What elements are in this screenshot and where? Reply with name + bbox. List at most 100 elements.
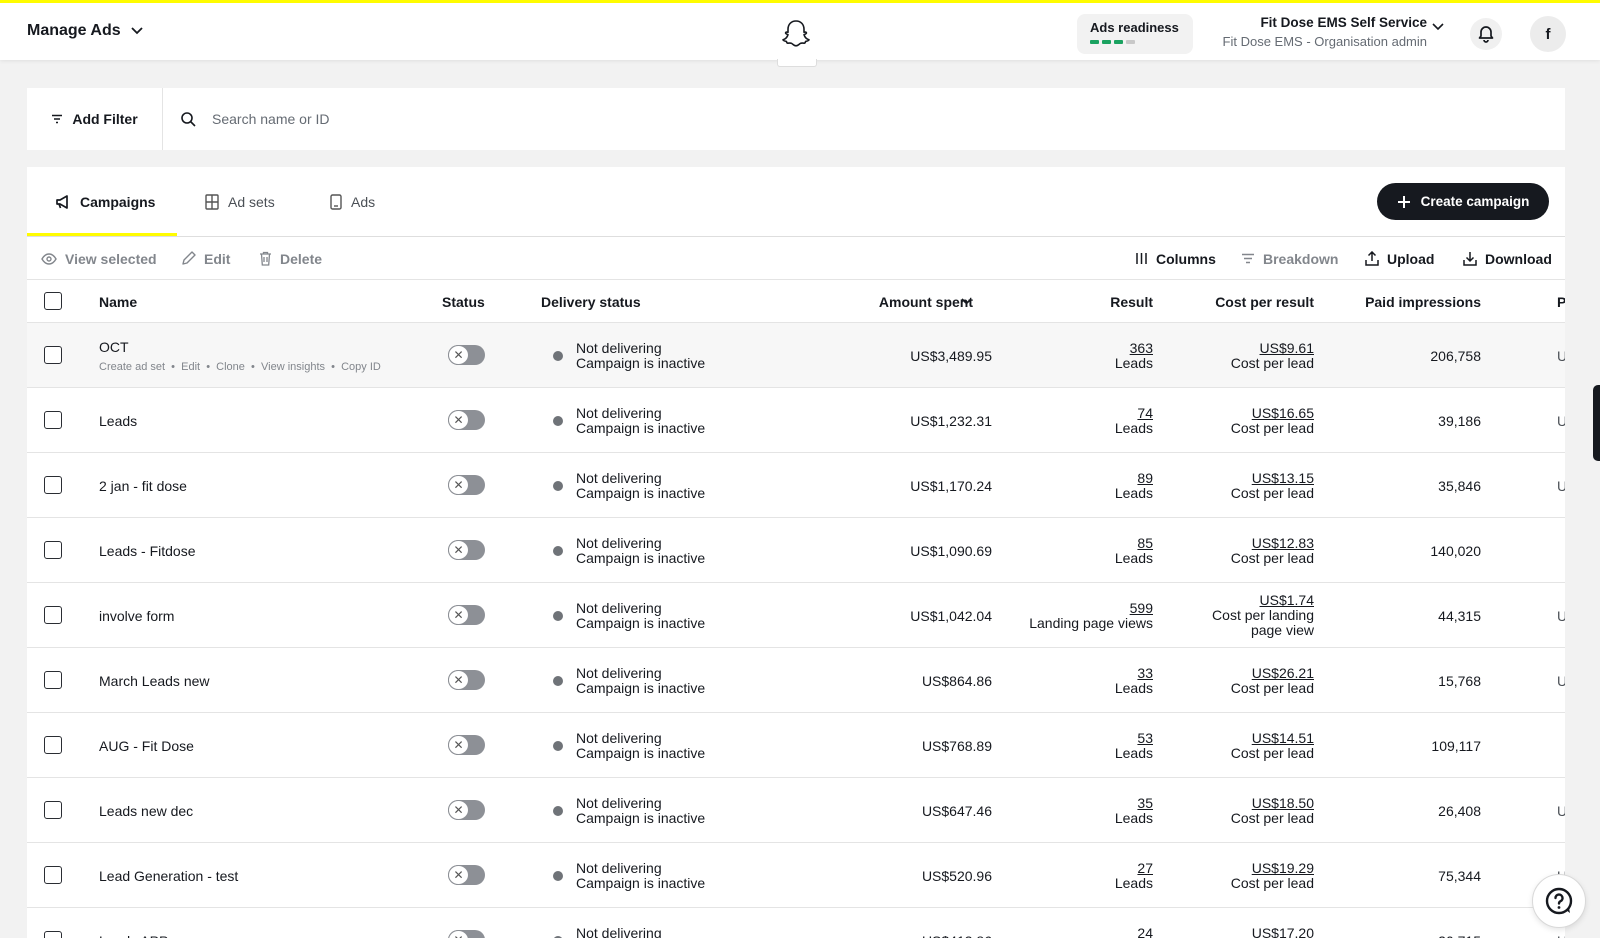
table-row[interactable]: Leads new dec ✕ Not delivering Campaign …	[27, 778, 1565, 843]
tab-ad-sets[interactable]: Ad sets	[205, 167, 275, 237]
row-action-edit[interactable]: Edit	[181, 361, 200, 373]
result-value[interactable]: 35	[1137, 795, 1153, 811]
result-value[interactable]: 24	[1137, 925, 1153, 938]
row-checkbox[interactable]	[44, 671, 62, 689]
table-row[interactable]: AUG - Fit Dose ✕ Not delivering Campaign…	[27, 713, 1565, 778]
result-value[interactable]: 89	[1137, 470, 1153, 486]
table-row[interactable]: Lead Generation - test ✕ Not delivering …	[27, 843, 1565, 908]
manage-ads-menu[interactable]: Manage Ads	[27, 22, 143, 40]
column-delivery-status[interactable]: Delivery status	[541, 280, 641, 323]
column-cost-per-result[interactable]: Cost per result	[1157, 280, 1314, 323]
cost-per-result-value[interactable]: US$9.61	[1260, 340, 1314, 356]
column-partial[interactable]: Pa	[1557, 280, 1565, 323]
result-value[interactable]: 27	[1137, 860, 1153, 876]
upload-button[interactable]: Upload	[1365, 237, 1434, 280]
result-value[interactable]: 85	[1137, 535, 1153, 551]
breakdown-button[interactable]: Breakdown	[1241, 237, 1338, 280]
sort-chevron-down-icon[interactable]	[961, 298, 972, 305]
row-checkbox[interactable]	[44, 476, 62, 494]
row-checkbox[interactable]	[44, 346, 62, 364]
avatar[interactable]: f	[1530, 16, 1566, 52]
campaign-name[interactable]: 2 jan - fit dose	[99, 478, 187, 494]
result-value[interactable]: 74	[1137, 405, 1153, 421]
result-value[interactable]: 53	[1137, 730, 1153, 746]
amount-spent: US$864.86	[921, 672, 992, 689]
status-toggle[interactable]: ✕	[448, 540, 485, 560]
download-button[interactable]: Download	[1463, 237, 1552, 280]
row-action-create-ad-set[interactable]: Create ad set	[99, 361, 165, 373]
cost-per-result-value[interactable]: US$1.74	[1260, 593, 1314, 608]
table-row[interactable]: Leads - Fitdose ✕ Not delivering Campaig…	[27, 518, 1565, 583]
tab-ads[interactable]: Ads	[330, 167, 375, 237]
cost-per-result-value[interactable]: US$13.15	[1252, 470, 1314, 486]
status-toggle[interactable]: ✕	[448, 670, 485, 690]
ads-readiness[interactable]: Ads readiness	[1077, 14, 1193, 54]
status-toggle[interactable]: ✕	[448, 800, 485, 820]
cost-per-result-value[interactable]: US$12.83	[1252, 535, 1314, 551]
column-paid-impressions[interactable]: Paid impressions	[1317, 280, 1481, 323]
edit-button[interactable]: Edit	[181, 237, 230, 280]
cost-per-result-value[interactable]: US$17.20	[1252, 925, 1314, 938]
status-toggle[interactable]: ✕	[448, 605, 485, 625]
row-checkbox[interactable]	[44, 931, 62, 938]
status-toggle[interactable]: ✕	[448, 735, 485, 755]
table-row[interactable]: March Leads new ✕ Not delivering Campaig…	[27, 648, 1565, 713]
status-toggle[interactable]: ✕	[448, 475, 485, 495]
row-checkbox[interactable]	[44, 736, 62, 754]
row-checkbox[interactable]	[44, 411, 62, 429]
campaign-name[interactable]: Lead Generation - test	[99, 868, 238, 884]
cost-per-result-value[interactable]: US$14.51	[1252, 730, 1314, 746]
row-action-view-insights[interactable]: View insights	[261, 361, 325, 373]
help-button[interactable]	[1532, 874, 1586, 928]
delete-button[interactable]: Delete	[259, 237, 322, 280]
select-all-checkbox[interactable]	[44, 292, 62, 310]
table-row[interactable]: involve form ✕ Not delivering Campaign i…	[27, 583, 1565, 648]
cost-per-result-value[interactable]: US$19.29	[1252, 860, 1314, 876]
campaign-name[interactable]: Leads - Fitdose	[99, 543, 196, 559]
campaign-name[interactable]: OCT	[99, 339, 381, 355]
table-row[interactable]: 2 jan - fit dose ✕ Not delivering Campai…	[27, 453, 1565, 518]
row-action-clone[interactable]: Clone	[216, 361, 245, 373]
chevron-down-icon[interactable]	[1432, 23, 1444, 31]
row-action-copy-id[interactable]: Copy ID	[341, 361, 381, 373]
row-checkbox[interactable]	[44, 866, 62, 884]
cost-per-result-value[interactable]: US$26.21	[1252, 665, 1314, 681]
column-name[interactable]: Name	[99, 280, 137, 323]
campaign-name[interactable]: Leads	[99, 413, 137, 429]
account-switcher[interactable]: Fit Dose EMS Self Service Fit Dose EMS -…	[1223, 15, 1427, 49]
create-campaign-button[interactable]: Create campaign	[1377, 183, 1549, 220]
result-value[interactable]: 33	[1137, 665, 1153, 681]
tab-campaigns[interactable]: Campaigns	[55, 167, 155, 237]
status-toggle[interactable]: ✕	[448, 930, 485, 938]
result-value[interactable]: 599	[1130, 600, 1153, 616]
cost-per-result-value[interactable]: US$18.50	[1252, 795, 1314, 811]
campaign-name[interactable]: involve form	[99, 608, 174, 624]
add-filter-button[interactable]: Add Filter	[27, 88, 163, 150]
table-row[interactable]: OCT Create ad set • Edit • Clone • View …	[27, 323, 1565, 388]
status-toggle[interactable]: ✕	[448, 865, 485, 885]
table-row[interactable]: Leads APP ✕ Not delivering Campaign is i…	[27, 908, 1565, 938]
snapchat-ghost-logo[interactable]	[780, 18, 812, 50]
column-amount-spent[interactable]: Amount spent	[787, 280, 973, 323]
notifications-button[interactable]	[1470, 18, 1502, 50]
header-collapse-handle[interactable]	[777, 59, 817, 67]
campaign-name[interactable]: Leads new dec	[99, 803, 193, 819]
campaign-name[interactable]: AUG - Fit Dose	[99, 738, 194, 754]
cost-per-result-value[interactable]: US$16.65	[1252, 405, 1314, 421]
table-row[interactable]: Leads ✕ Not delivering Campaign is inact…	[27, 388, 1565, 453]
row-checkbox[interactable]	[44, 606, 62, 624]
readiness-bar	[1114, 40, 1123, 44]
row-checkbox[interactable]	[44, 801, 62, 819]
status-toggle[interactable]: ✕	[448, 410, 485, 430]
search-input[interactable]: Search name or ID	[181, 88, 330, 150]
campaign-name[interactable]: Leads APP	[99, 933, 168, 938]
column-result[interactable]: Result	[987, 280, 1153, 323]
column-status[interactable]: Status	[442, 280, 485, 323]
columns-button[interactable]: Columns	[1135, 237, 1216, 280]
result-value[interactable]: 363	[1130, 340, 1153, 356]
row-checkbox[interactable]	[44, 541, 62, 559]
campaign-name[interactable]: March Leads new	[99, 673, 210, 689]
side-panel-handle[interactable]	[1593, 385, 1600, 461]
status-toggle[interactable]: ✕	[448, 345, 485, 365]
view-selected-button[interactable]: View selected	[41, 237, 157, 280]
